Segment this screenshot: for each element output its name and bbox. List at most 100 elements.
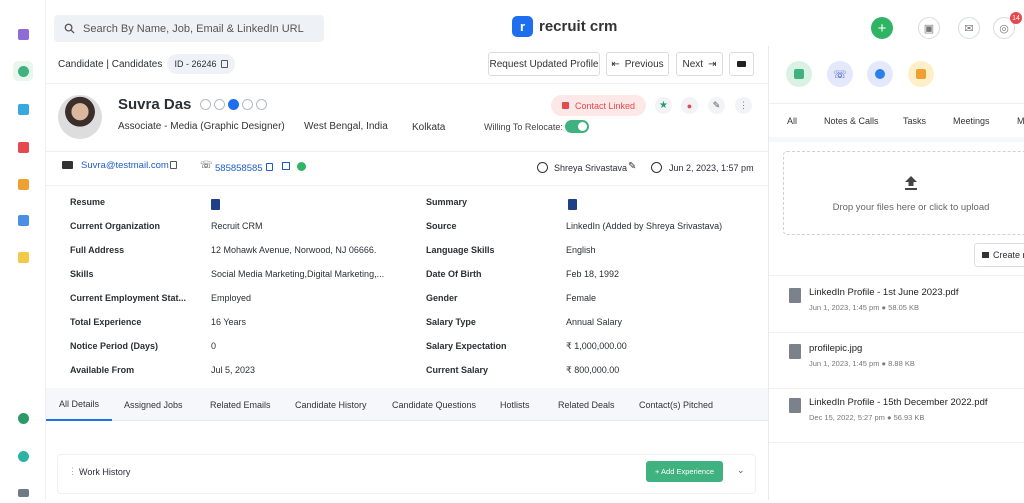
file-icon	[789, 344, 801, 359]
right-tab-more[interactable]: M	[1017, 104, 1024, 137]
add-button[interactable]: +	[871, 17, 893, 39]
tab-related-deals[interactable]: Related Deals	[558, 388, 615, 421]
divider	[46, 151, 768, 152]
file-meta: Jun 1, 2023, 1:45 pm ● 8.88 KB	[809, 359, 915, 368]
chat-icon[interactable]: ✉	[958, 17, 980, 39]
chevron-down-icon[interactable]: ⌄	[737, 465, 745, 476]
open-link-icon[interactable]	[282, 162, 290, 170]
tab-assigned-jobs[interactable]: Assigned Jobs	[124, 388, 183, 421]
contacts-icon[interactable]	[13, 137, 33, 157]
list-item[interactable]: profilepic.jpg Jun 1, 2023, 1:45 pm ● 8.…	[769, 333, 1024, 389]
meeting-icon[interactable]	[908, 61, 934, 87]
create-button[interactable]: Create n	[974, 243, 1024, 267]
candidates-icon[interactable]	[13, 61, 33, 81]
video-button[interactable]	[729, 52, 754, 76]
contact-linked-badge[interactable]: Contact Linked	[551, 95, 646, 116]
detail-label: Full Address	[70, 245, 125, 255]
owner-name[interactable]: Shreya Srivastava	[554, 163, 627, 173]
detail-value: 0	[211, 341, 217, 351]
calendar-icon[interactable]	[13, 247, 33, 267]
add-note-icon[interactable]	[786, 61, 812, 87]
list-item[interactable]: LinkedIn Profile - 1st June 2023.pdf Jun…	[769, 277, 1024, 333]
file-name[interactable]: profilepic.jpg	[809, 343, 862, 354]
upload-icon	[905, 175, 917, 190]
app-logo[interactable]: r recruit crm	[512, 16, 617, 37]
website-icon[interactable]	[256, 99, 267, 110]
detail-label: Available From	[70, 365, 135, 375]
detail-label: Notice Period (Days)	[70, 341, 159, 351]
dropzone-text: Drop your files here or click to upload	[832, 201, 990, 213]
detail-value: Social Media Marketing,Digital Marketing…	[211, 269, 385, 279]
search-icon	[64, 23, 75, 34]
resume-file-icon[interactable]	[211, 198, 220, 210]
github-icon[interactable]	[242, 99, 253, 110]
tab-related-emails[interactable]: Related Emails	[210, 388, 271, 421]
file-icon	[789, 288, 801, 303]
request-updated-profile-button[interactable]: Request Updated Profile	[488, 52, 600, 76]
companies-icon[interactable]	[13, 99, 33, 119]
next-icon: ⇥	[708, 58, 717, 70]
copy-icon[interactable]	[220, 60, 228, 68]
candidate-email[interactable]: Suvra@testmail.com	[81, 160, 169, 171]
tab-contacts-pitched[interactable]: Contact(s) Pitched	[639, 388, 713, 421]
relocate-toggle[interactable]	[565, 120, 589, 133]
star-icon[interactable]: ★	[655, 97, 672, 114]
detail-label: Language Skills	[426, 245, 495, 255]
right-tab-all[interactable]: All	[787, 104, 797, 137]
hotlist-icon[interactable]: ●	[681, 97, 698, 114]
dashboard-icon[interactable]	[13, 24, 33, 44]
candidate-name: Suvra Das	[118, 96, 192, 113]
tab-all-details[interactable]: All Details	[46, 388, 112, 421]
next-button[interactable]: Next ⇥	[676, 52, 723, 76]
file-dropzone[interactable]: Drop your files here or click to upload	[783, 151, 1024, 235]
copy-email-icon[interactable]	[170, 161, 177, 169]
right-tab-meetings[interactable]: Meetings	[953, 104, 990, 137]
detail-value: Jul 5, 2023	[211, 365, 256, 375]
tab-hotlists[interactable]: Hotlists	[500, 388, 530, 421]
candidate-phone[interactable]: 585858585	[215, 163, 263, 174]
list-item[interactable]: LinkedIn Profile - 15th December 2022.pd…	[769, 387, 1024, 443]
reports-icon[interactable]	[13, 446, 33, 466]
jobs-icon[interactable]	[13, 174, 33, 194]
detail-value: Recruit CRM	[211, 221, 263, 231]
previous-icon: ⇤	[611, 58, 620, 70]
detail-value: Annual Salary	[566, 317, 623, 327]
edit-owner-icon[interactable]: ✎	[628, 161, 636, 172]
email-icon[interactable]	[13, 210, 33, 230]
breadcrumb-row: Candidate | Candidates · ID - 26246 Requ…	[46, 46, 768, 84]
card-icon[interactable]	[13, 483, 33, 503]
facebook-icon[interactable]	[200, 99, 211, 110]
updated-time: Jun 2, 2023, 1:57 pm	[669, 163, 754, 173]
candidate-id-pill[interactable]: ID - 26246	[167, 54, 235, 74]
divider	[46, 185, 768, 186]
more-icon[interactable]: ⋮	[735, 97, 752, 114]
file-meta: Jun 1, 2023, 1:45 pm ● 58.05 KB	[809, 303, 920, 312]
social-links	[200, 99, 270, 113]
tab-candidate-history[interactable]: Candidate History	[295, 388, 367, 421]
right-tab-tasks[interactable]: Tasks	[903, 104, 926, 137]
task-icon[interactable]	[867, 61, 893, 87]
avatar[interactable]	[58, 95, 102, 139]
copy-phone-icon[interactable]	[266, 163, 273, 171]
billing-icon[interactable]	[13, 408, 33, 428]
detail-value: ₹ 800,000.00	[566, 364, 620, 375]
previous-button[interactable]: ⇤ Previous	[606, 52, 669, 76]
edit-icon[interactable]: ✎	[708, 97, 725, 114]
gift-icon[interactable]: ▣	[918, 17, 940, 39]
right-tab-notes-calls[interactable]: Notes & Calls	[824, 104, 879, 137]
whatsapp-icon[interactable]	[297, 162, 306, 171]
detail-label: Date Of Birth	[426, 269, 482, 279]
detail-label: Total Experience	[70, 317, 142, 327]
linkedin-icon[interactable]	[228, 99, 239, 110]
twitter-icon[interactable]	[214, 99, 225, 110]
tab-candidate-questions[interactable]: Candidate Questions	[392, 388, 476, 421]
candidate-city: Kolkata	[412, 122, 446, 133]
call-log-icon[interactable]: ☏	[827, 61, 853, 87]
summary-file-icon[interactable]	[568, 198, 577, 210]
search-input[interactable]: Search By Name, Job, Email & LinkedIn UR…	[54, 15, 324, 42]
file-name[interactable]: LinkedIn Profile - 15th December 2022.pd…	[809, 397, 988, 408]
breadcrumb[interactable]: Candidate | Candidates	[58, 59, 162, 70]
add-experience-button[interactable]: + Add Experience	[646, 461, 723, 482]
owner-icon	[537, 162, 548, 173]
file-name[interactable]: LinkedIn Profile - 1st June 2023.pdf	[809, 287, 958, 298]
